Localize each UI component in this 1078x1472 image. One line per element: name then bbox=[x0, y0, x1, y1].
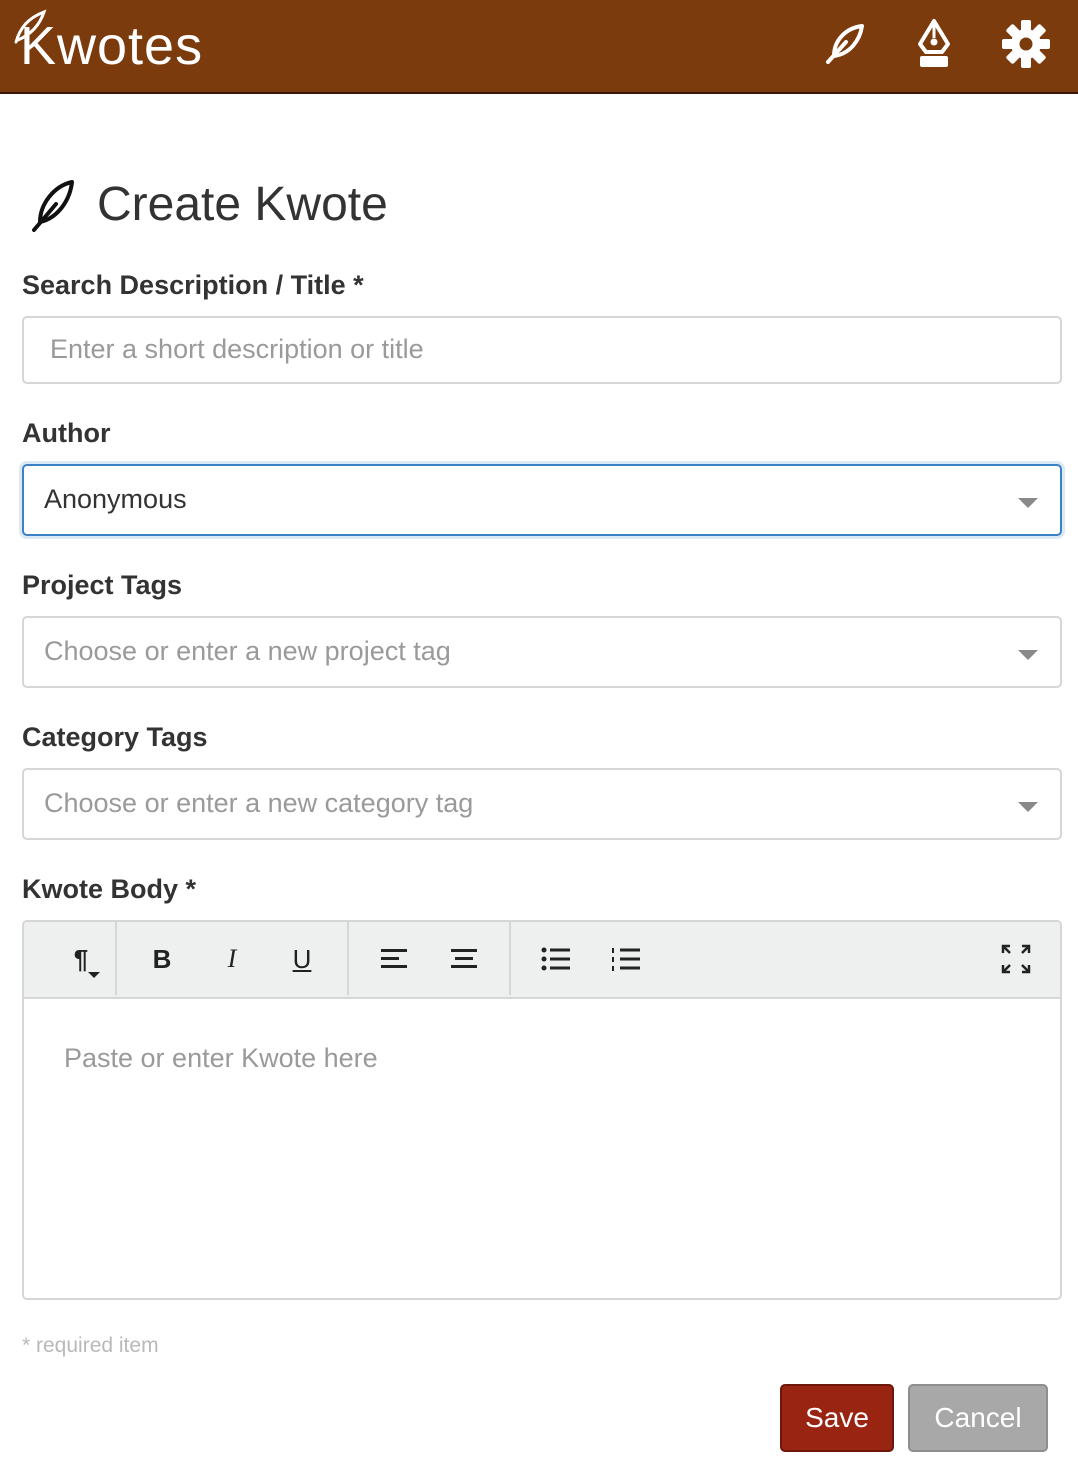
editor-toolbar: ¶ B I U bbox=[24, 922, 1060, 999]
underline-icon: U bbox=[292, 943, 312, 974]
italic-button[interactable]: I bbox=[208, 936, 256, 982]
toolbar-divider bbox=[509, 922, 511, 995]
chevron-down-icon[interactable] bbox=[1018, 498, 1038, 508]
body-label: Kwote Body * bbox=[22, 874, 197, 904]
bulleted-list-button[interactable] bbox=[532, 936, 580, 982]
project-tags-select[interactable]: Choose or enter a new project tag bbox=[22, 616, 1062, 688]
editor-content-area[interactable]: Paste or enter Kwote here bbox=[24, 997, 1060, 1298]
description-placeholder: Enter a short description or title bbox=[50, 334, 424, 364]
rich-text-editor: ¶ B I U Paste or enter Kwote here bbox=[22, 920, 1062, 1300]
save-button[interactable]: Save bbox=[780, 1384, 894, 1452]
save-label: Save bbox=[805, 1402, 869, 1433]
align-left-icon bbox=[381, 949, 407, 968]
numbered-list-icon bbox=[612, 948, 640, 971]
underline-button[interactable]: U bbox=[278, 936, 326, 982]
align-center-button[interactable] bbox=[440, 936, 488, 982]
align-left-button[interactable] bbox=[370, 936, 418, 982]
category-tags-select[interactable]: Choose or enter a new category tag bbox=[22, 768, 1062, 840]
description-input[interactable]: Enter a short description or title bbox=[22, 316, 1062, 384]
author-select[interactable]: Anonymous bbox=[22, 464, 1062, 536]
bulleted-list-icon bbox=[541, 947, 570, 971]
toolbar-divider bbox=[115, 922, 117, 995]
paragraph-format-button[interactable]: ¶ bbox=[46, 936, 116, 982]
description-label: Search Description / Title * bbox=[22, 270, 364, 300]
fullscreen-button[interactable] bbox=[992, 936, 1040, 982]
category-tags-label: Category Tags bbox=[22, 722, 208, 752]
editor-placeholder: Paste or enter Kwote here bbox=[64, 1043, 378, 1073]
project-tags-placeholder: Choose or enter a new project tag bbox=[44, 636, 451, 666]
category-tags-placeholder: Choose or enter a new category tag bbox=[44, 788, 474, 818]
numbered-list-button[interactable] bbox=[602, 936, 650, 982]
feather-icon bbox=[32, 180, 74, 232]
chevron-down-icon[interactable] bbox=[1018, 802, 1038, 812]
required-note: * required item bbox=[22, 1334, 159, 1357]
toolbar-divider bbox=[347, 922, 349, 995]
cancel-label: Cancel bbox=[934, 1402, 1022, 1433]
gear-icon[interactable] bbox=[998, 16, 1054, 72]
page-title: Create Kwote bbox=[97, 178, 388, 231]
cancel-button[interactable]: Cancel bbox=[908, 1384, 1048, 1452]
feather-icon[interactable] bbox=[816, 16, 872, 72]
expand-icon bbox=[1001, 944, 1031, 974]
italic-icon: I bbox=[227, 944, 237, 973]
project-tags-label: Project Tags bbox=[22, 570, 183, 600]
align-center-icon bbox=[451, 949, 477, 968]
author-label: Author bbox=[22, 418, 111, 448]
pen-nib-icon[interactable] bbox=[906, 16, 962, 72]
top-navbar: Kwotes bbox=[0, 0, 1078, 94]
chevron-down-icon[interactable] bbox=[1018, 650, 1038, 660]
chevron-down-icon bbox=[88, 972, 100, 978]
paragraph-icon: ¶ bbox=[73, 943, 89, 974]
author-value: Anonymous bbox=[44, 484, 187, 514]
bold-icon: B bbox=[152, 943, 172, 974]
logo-leaf-icon bbox=[14, 9, 47, 44]
bold-button[interactable]: B bbox=[138, 936, 186, 982]
